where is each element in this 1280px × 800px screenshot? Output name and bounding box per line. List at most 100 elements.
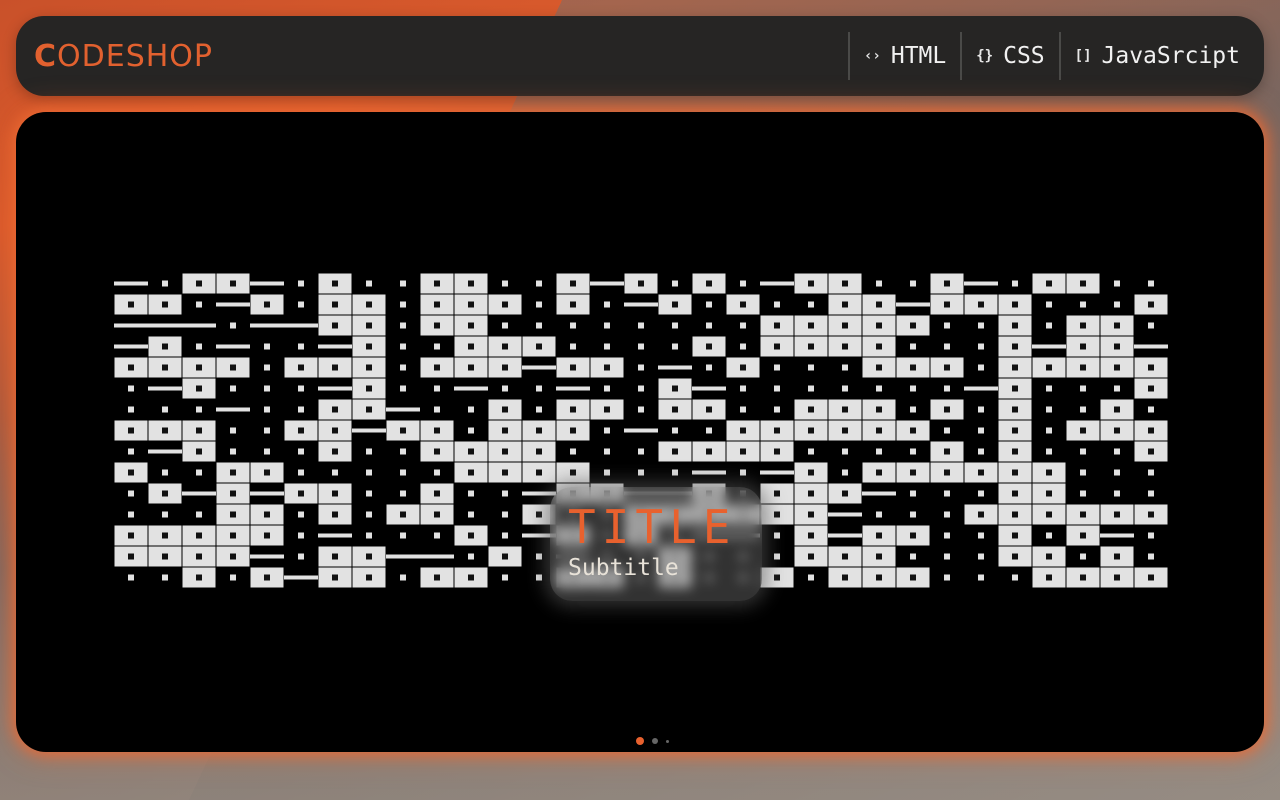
grid-dot <box>400 385 406 392</box>
grid-dot <box>808 385 814 392</box>
grid-tile <box>998 399 1032 420</box>
nav-link-html[interactable]: ‹› HTML <box>848 32 960 80</box>
grid-tile <box>828 399 862 420</box>
grid-tile <box>454 441 488 462</box>
grid-dot <box>638 406 644 413</box>
grid-dot <box>910 511 916 518</box>
grid-tile <box>1134 567 1168 588</box>
grid-dot <box>162 469 168 476</box>
grid-tile <box>420 441 454 462</box>
grid-tile <box>148 357 182 378</box>
grid-tile <box>420 483 454 504</box>
hero-subtitle: Subtitle <box>568 555 679 581</box>
grid-tile <box>216 357 250 378</box>
grid-tile <box>658 294 692 315</box>
grid-dot <box>230 322 236 329</box>
grid-tile <box>182 546 216 567</box>
grid-tile <box>556 273 590 294</box>
grid-dot <box>1080 385 1086 392</box>
grid-tile <box>930 441 964 462</box>
grid-bar <box>148 323 182 328</box>
grid-tile <box>182 357 216 378</box>
grid-tile <box>726 357 760 378</box>
grid-bar <box>828 512 862 517</box>
grid-tile <box>1032 483 1066 504</box>
grid-dot <box>774 364 780 371</box>
grid-dot <box>298 469 304 476</box>
grid-tile <box>216 462 250 483</box>
grid-tile <box>114 462 148 483</box>
grid-tile <box>692 336 726 357</box>
grid-tile <box>862 315 896 336</box>
grid-dot <box>978 343 984 350</box>
grid-tile <box>1134 420 1168 441</box>
grid-bar <box>250 554 284 559</box>
grid-dot <box>298 553 304 560</box>
nav-links: ‹› HTML {} CSS [] JavaSrcipt <box>848 16 1254 96</box>
grid-dot <box>1148 406 1154 413</box>
grid-tile <box>556 294 590 315</box>
grid-dot <box>1148 322 1154 329</box>
grid-dot <box>604 448 610 455</box>
grid-tile <box>998 483 1032 504</box>
grid-tile <box>216 525 250 546</box>
grid-dot <box>570 343 576 350</box>
grid-tile <box>794 420 828 441</box>
grid-tile <box>692 399 726 420</box>
grid-tile <box>896 462 930 483</box>
grid-dot <box>774 532 780 539</box>
grid-tile <box>930 294 964 315</box>
grid-dot <box>298 511 304 518</box>
grid-tile <box>760 336 794 357</box>
grid-tile <box>488 399 522 420</box>
grid-dot <box>434 343 440 350</box>
grid-tile <box>998 294 1032 315</box>
grid-tile <box>182 378 216 399</box>
grid-tile <box>998 504 1032 525</box>
grid-tile <box>658 378 692 399</box>
grid-dot <box>1148 280 1154 287</box>
grid-bar <box>828 533 862 538</box>
grid-bar <box>964 281 998 286</box>
slide-dot[interactable] <box>666 739 669 743</box>
grid-tile <box>148 525 182 546</box>
grid-tile <box>556 357 590 378</box>
nav-link-javascript[interactable]: [] JavaSrcipt <box>1058 32 1254 80</box>
nav-link-css[interactable]: {} CSS <box>960 32 1058 80</box>
grid-dot <box>400 490 406 497</box>
grid-tile <box>828 483 862 504</box>
grid-tile <box>114 525 148 546</box>
logo[interactable]: CODESHOP <box>34 39 213 74</box>
grid-tile <box>828 315 862 336</box>
grid-dot <box>196 469 202 476</box>
grid-tile <box>454 567 488 588</box>
grid-dot <box>944 511 950 518</box>
grid-tile <box>352 567 386 588</box>
grid-bar <box>318 386 352 391</box>
slide-dot[interactable] <box>652 738 658 744</box>
grid-tile <box>1066 273 1100 294</box>
grid-tile <box>896 357 930 378</box>
slide-dot-active[interactable] <box>636 737 644 745</box>
grid-dot <box>978 532 984 539</box>
grid-dot <box>400 469 406 476</box>
grid-bar <box>522 491 556 496</box>
grid-bar <box>590 281 624 286</box>
grid-dot <box>1148 532 1154 539</box>
grid-dot <box>434 406 440 413</box>
grid-dot <box>468 511 474 518</box>
grid-dot <box>366 490 372 497</box>
grid-tile <box>794 399 828 420</box>
grid-dot <box>1080 301 1086 308</box>
grid-dot <box>1080 469 1086 476</box>
grid-dot <box>740 406 746 413</box>
grid-bar <box>284 575 318 580</box>
grid-tile <box>454 294 488 315</box>
grid-dot <box>1080 406 1086 413</box>
grid-dot <box>502 322 508 329</box>
grid-tile <box>182 273 216 294</box>
grid-dot <box>978 574 984 581</box>
grid-tile <box>998 420 1032 441</box>
grid-tile <box>556 462 590 483</box>
grid-dot <box>910 490 916 497</box>
